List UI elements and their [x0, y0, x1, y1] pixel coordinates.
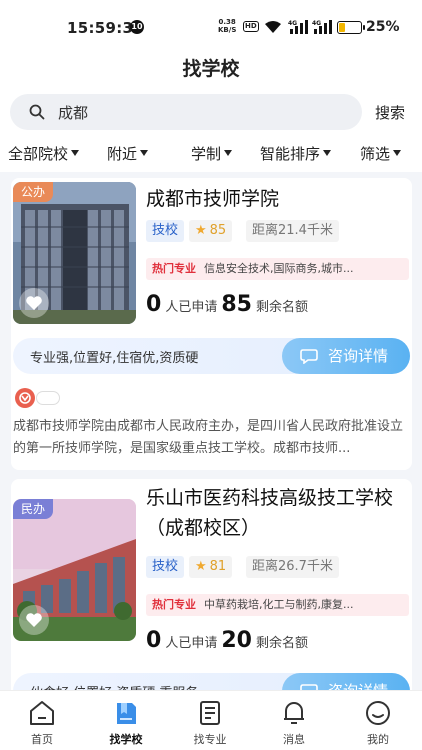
svg-text:4G: 4G: [312, 20, 321, 27]
hot-majors-label: 热门专业: [152, 598, 196, 611]
tab-label: 找学校: [109, 733, 143, 746]
applied-label: 人已申请: [165, 300, 218, 315]
network-speed: 0.38 KB/S: [218, 18, 236, 34]
filter-nearby[interactable]: 附近: [107, 143, 149, 164]
battery-icon: [337, 21, 365, 34]
tab-label: 首页: [31, 733, 53, 746]
filter-label: 附近: [107, 145, 138, 163]
caret-down-icon: [393, 150, 402, 156]
school-name[interactable]: 乐山市医药科技高级技工学校（成都校区）: [146, 483, 411, 543]
profile-icon: [366, 701, 390, 725]
school-type-badge: 技校: [146, 220, 185, 242]
hd-voice-icon: HD: [243, 21, 259, 32]
remaining-count: 85: [221, 292, 252, 317]
distance-badge: 距离21.4千米: [246, 220, 339, 242]
ownership-tag: 民办: [13, 499, 54, 519]
filter-label: 学制: [191, 145, 222, 163]
hot-majors: 热门专业 中草药栽培,化工与制药,康复...: [146, 594, 409, 616]
tab-find-major[interactable]: 找专业: [168, 691, 252, 750]
filter-all-schools[interactable]: 全部院校: [8, 143, 80, 164]
heart-icon: [26, 613, 42, 627]
tab-find-school[interactable]: 找学校: [84, 691, 168, 750]
school-logo-icon: [15, 388, 35, 408]
applied-count: 0: [146, 292, 162, 317]
hot-majors-list: 信息安全技术,国际商务,城市...: [204, 262, 354, 275]
application-stats: 0 人已申请 20 剩余名额: [146, 628, 312, 653]
rating-value: 85: [209, 223, 227, 238]
star-icon: ★: [195, 559, 207, 574]
school-book-icon: [117, 703, 136, 724]
filter-bar: 全部院校 附近 学制 智能排序 筛选: [0, 134, 422, 172]
rating-badge: ★ 85: [189, 220, 233, 242]
favorite-button[interactable]: [19, 288, 49, 318]
filter-smart-sort[interactable]: 智能排序: [260, 143, 332, 164]
advantages-text: 专业强,位置好,住宿优,资质硬: [30, 351, 199, 366]
chat-icon: [300, 349, 318, 364]
school-name[interactable]: 成都市技师学院: [146, 184, 279, 214]
filter-label: 智能排序: [260, 145, 321, 163]
hot-majors-list: 中草药栽培,化工与制药,康复...: [204, 598, 354, 611]
consult-label: 咨询详情: [328, 347, 389, 365]
search-query: 成都: [58, 104, 89, 122]
search-input[interactable]: 成都: [10, 94, 362, 130]
rating-value: 81: [209, 559, 227, 574]
filter-label: 筛选: [360, 145, 391, 163]
caret-down-icon: [323, 150, 332, 156]
search-button[interactable]: 搜索: [375, 102, 405, 123]
applied-count: 0: [146, 628, 162, 653]
intro-toggle[interactable]: [36, 391, 60, 405]
filter-label: 全部院校: [8, 145, 69, 163]
network-speed-unit: KB/S: [218, 26, 237, 34]
school-photo: 公办: [13, 182, 136, 324]
distance-badge: 距离26.7千米: [246, 556, 339, 578]
network-speed-value: 0.38: [218, 18, 236, 26]
document-icon: [200, 701, 220, 725]
remaining-label: 剩余名额: [255, 300, 308, 315]
status-bar: 15:59:30 10 0.38 KB/S HD 4G 4G 25%: [0, 0, 422, 48]
caret-down-icon: [71, 150, 80, 156]
tab-messages[interactable]: 消息: [252, 691, 336, 750]
school-intro: 成都市技师学院由成都市人民政府主办，是四川省人民政府批准设立的第一所技师学院，是…: [13, 419, 404, 456]
tab-label: 找专业: [193, 733, 227, 746]
caret-down-icon: [224, 150, 233, 156]
battery-percent: 25%: [366, 19, 400, 35]
battery-fill: [339, 23, 345, 32]
heart-icon: [26, 296, 42, 310]
caret-down-icon: [140, 150, 149, 156]
remaining-label: 剩余名额: [255, 636, 308, 651]
favorite-button[interactable]: [19, 605, 49, 635]
school-photo: 民办: [13, 499, 136, 641]
signal-4g-icon: 4G: [312, 20, 332, 34]
star-icon: ★: [195, 223, 207, 238]
tab-label: 消息: [283, 733, 305, 746]
application-stats: 0 人已申请 85 剩余名额: [146, 292, 312, 317]
consult-button[interactable]: 咨询详情: [282, 338, 410, 374]
school-card[interactable]: 公办 成都市技师学院 技校 ★ 85 距离21.4千米 热门专业 信息安全技术,国际…: [11, 178, 412, 470]
hot-majors-label: 热门专业: [152, 262, 196, 275]
signal-4g-icon: 4G: [288, 20, 308, 34]
search-icon: [29, 104, 45, 120]
school-type-badge: 技校: [146, 556, 185, 578]
tab-profile[interactable]: 我的: [336, 691, 420, 750]
page-title: 找学校: [182, 58, 240, 80]
applied-label: 人已申请: [165, 636, 218, 651]
hot-majors: 热门专业 信息安全技术,国际商务,城市...: [146, 258, 409, 280]
svg-text:4G: 4G: [288, 20, 297, 27]
notification-count-badge: 10: [130, 20, 144, 34]
advantages-bar: 专业强,位置好,住宿优,资质硬 咨询详情: [13, 338, 410, 374]
ownership-tag: 公办: [13, 182, 54, 202]
bottom-tab-bar: 首页 找学校 找专业 消息 我的: [0, 690, 422, 750]
tab-home[interactable]: 首页: [0, 691, 84, 750]
bell-icon: [284, 702, 304, 724]
search-bar: 成都 搜索: [0, 90, 422, 134]
page-header: 找学校: [0, 48, 422, 90]
filter-screen[interactable]: 筛选: [360, 143, 402, 164]
rating-badge: ★ 81: [189, 556, 233, 578]
remaining-count: 20: [221, 628, 252, 653]
wifi-icon: [265, 21, 281, 33]
home-icon: [30, 701, 54, 725]
filter-duration[interactable]: 学制: [191, 143, 233, 164]
tab-label: 我的: [367, 733, 389, 746]
